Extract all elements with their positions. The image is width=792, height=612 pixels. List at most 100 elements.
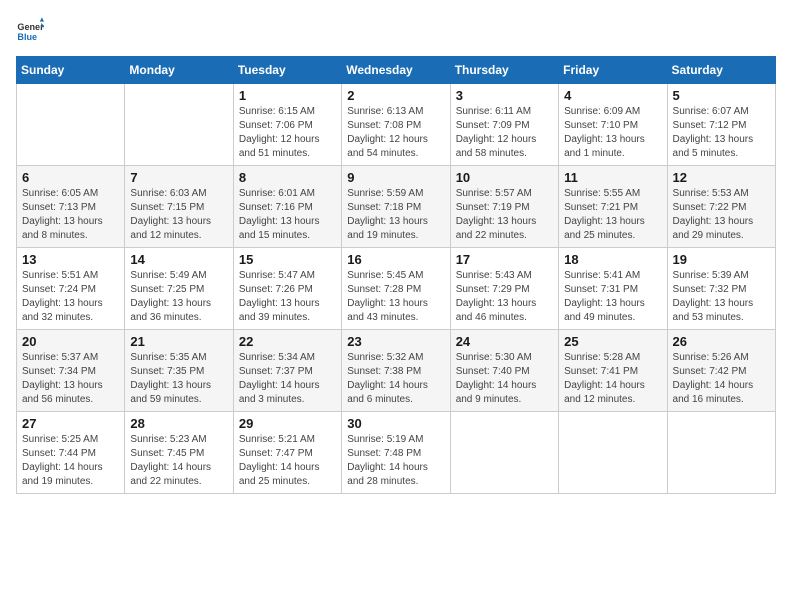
calendar-cell: 30 Sunrise: 5:19 AM Sunset: 7:48 PM Dayli…	[342, 412, 450, 494]
day-number: 6	[22, 170, 119, 185]
day-info: Sunrise: 5:51 AM Sunset: 7:24 PM Dayligh…	[22, 269, 119, 325]
day-header-monday: Monday	[125, 57, 233, 84]
day-number: 23	[347, 334, 444, 349]
calendar-cell: 20 Sunrise: 5:37 AM Sunset: 7:34 PM Dayli…	[17, 330, 125, 412]
day-info: Sunrise: 5:39 AM Sunset: 7:32 PM Dayligh…	[673, 269, 770, 325]
day-number: 8	[239, 170, 336, 185]
day-number: 2	[347, 88, 444, 103]
calendar-cell: 21 Sunrise: 5:35 AM Sunset: 7:35 PM Dayli…	[125, 330, 233, 412]
calendar-cell: 22 Sunrise: 5:34 AM Sunset: 7:37 PM Dayli…	[233, 330, 341, 412]
day-number: 3	[456, 88, 553, 103]
calendar-week-row: 1 Sunrise: 6:15 AM Sunset: 7:06 PM Daylig…	[17, 84, 776, 166]
calendar-week-row: 20 Sunrise: 5:37 AM Sunset: 7:34 PM Dayli…	[17, 330, 776, 412]
calendar-cell: 15 Sunrise: 5:47 AM Sunset: 7:26 PM Dayli…	[233, 248, 341, 330]
day-info: Sunrise: 5:53 AM Sunset: 7:22 PM Dayligh…	[673, 187, 770, 243]
calendar-cell: 26 Sunrise: 5:26 AM Sunset: 7:42 PM Dayli…	[667, 330, 775, 412]
day-header-saturday: Saturday	[667, 57, 775, 84]
day-info: Sunrise: 6:05 AM Sunset: 7:13 PM Dayligh…	[22, 187, 119, 243]
day-info: Sunrise: 6:03 AM Sunset: 7:15 PM Dayligh…	[130, 187, 227, 243]
day-info: Sunrise: 5:25 AM Sunset: 7:44 PM Dayligh…	[22, 433, 119, 489]
day-number: 19	[673, 252, 770, 267]
day-info: Sunrise: 6:07 AM Sunset: 7:12 PM Dayligh…	[673, 105, 770, 161]
day-number: 18	[564, 252, 661, 267]
calendar-cell: 5Sunrise: 6:07 AM Sunset: 7:12 PM Daylig…	[667, 84, 775, 166]
calendar-cell: 11 Sunrise: 5:55 AM Sunset: 7:21 PM Dayli…	[559, 166, 667, 248]
day-number: 26	[673, 334, 770, 349]
calendar-cell: 29 Sunrise: 5:21 AM Sunset: 7:47 PM Dayli…	[233, 412, 341, 494]
day-number: 7	[130, 170, 227, 185]
day-number: 25	[564, 334, 661, 349]
calendar-cell: 25Sunrise: 5:28 AM Sunset: 7:41 PM Dayli…	[559, 330, 667, 412]
day-number: 20	[22, 334, 119, 349]
day-number: 24	[456, 334, 553, 349]
calendar-week-row: 13 Sunrise: 5:51 AM Sunset: 7:24 PM Dayli…	[17, 248, 776, 330]
calendar-cell	[125, 84, 233, 166]
calendar-week-row: 27Sunrise: 5:25 AM Sunset: 7:44 PM Dayli…	[17, 412, 776, 494]
day-info: Sunrise: 5:30 AM Sunset: 7:40 PM Dayligh…	[456, 351, 553, 407]
day-number: 15	[239, 252, 336, 267]
calendar-cell	[559, 412, 667, 494]
calendar-cell: 7 Sunrise: 6:03 AM Sunset: 7:15 PM Daylig…	[125, 166, 233, 248]
calendar-cell	[450, 412, 558, 494]
day-info: Sunrise: 6:01 AM Sunset: 7:16 PM Dayligh…	[239, 187, 336, 243]
day-info: Sunrise: 5:34 AM Sunset: 7:37 PM Dayligh…	[239, 351, 336, 407]
day-info: Sunrise: 5:55 AM Sunset: 7:21 PM Dayligh…	[564, 187, 661, 243]
day-number: 30	[347, 416, 444, 431]
calendar-cell: 14 Sunrise: 5:49 AM Sunset: 7:25 PM Dayli…	[125, 248, 233, 330]
day-info: Sunrise: 5:32 AM Sunset: 7:38 PM Dayligh…	[347, 351, 444, 407]
day-number: 21	[130, 334, 227, 349]
calendar-cell: 23 Sunrise: 5:32 AM Sunset: 7:38 PM Dayli…	[342, 330, 450, 412]
day-info: Sunrise: 6:15 AM Sunset: 7:06 PM Dayligh…	[239, 105, 336, 161]
day-number: 1	[239, 88, 336, 103]
calendar-table: SundayMondayTuesdayWednesdayThursdayFrid…	[16, 56, 776, 494]
day-header-sunday: Sunday	[17, 57, 125, 84]
calendar-cell	[667, 412, 775, 494]
calendar-cell: 27Sunrise: 5:25 AM Sunset: 7:44 PM Dayli…	[17, 412, 125, 494]
day-header-tuesday: Tuesday	[233, 57, 341, 84]
calendar-cell: 2 Sunrise: 6:13 AM Sunset: 7:08 PM Daylig…	[342, 84, 450, 166]
day-info: Sunrise: 5:37 AM Sunset: 7:34 PM Dayligh…	[22, 351, 119, 407]
day-info: Sunrise: 6:13 AM Sunset: 7:08 PM Dayligh…	[347, 105, 444, 161]
calendar-header-row: SundayMondayTuesdayWednesdayThursdayFrid…	[17, 57, 776, 84]
day-info: Sunrise: 6:11 AM Sunset: 7:09 PM Dayligh…	[456, 105, 553, 161]
day-info: Sunrise: 5:21 AM Sunset: 7:47 PM Dayligh…	[239, 433, 336, 489]
calendar-cell: 12 Sunrise: 5:53 AM Sunset: 7:22 PM Dayli…	[667, 166, 775, 248]
calendar-cell: 6 Sunrise: 6:05 AM Sunset: 7:13 PM Daylig…	[17, 166, 125, 248]
day-number: 17	[456, 252, 553, 267]
day-info: Sunrise: 5:19 AM Sunset: 7:48 PM Dayligh…	[347, 433, 444, 489]
day-number: 14	[130, 252, 227, 267]
day-info: Sunrise: 5:43 AM Sunset: 7:29 PM Dayligh…	[456, 269, 553, 325]
calendar-week-row: 6 Sunrise: 6:05 AM Sunset: 7:13 PM Daylig…	[17, 166, 776, 248]
day-info: Sunrise: 5:23 AM Sunset: 7:45 PM Dayligh…	[130, 433, 227, 489]
svg-text:Blue: Blue	[17, 32, 37, 42]
day-number: 11	[564, 170, 661, 185]
day-header-thursday: Thursday	[450, 57, 558, 84]
day-info: Sunrise: 5:57 AM Sunset: 7:19 PM Dayligh…	[456, 187, 553, 243]
day-info: Sunrise: 6:09 AM Sunset: 7:10 PM Dayligh…	[564, 105, 661, 161]
day-header-wednesday: Wednesday	[342, 57, 450, 84]
day-number: 22	[239, 334, 336, 349]
calendar-cell: 19 Sunrise: 5:39 AM Sunset: 7:32 PM Dayli…	[667, 248, 775, 330]
calendar-cell: 10 Sunrise: 5:57 AM Sunset: 7:19 PM Dayli…	[450, 166, 558, 248]
calendar-cell: 24 Sunrise: 5:30 AM Sunset: 7:40 PM Dayli…	[450, 330, 558, 412]
day-info: Sunrise: 5:47 AM Sunset: 7:26 PM Dayligh…	[239, 269, 336, 325]
calendar-cell: 16Sunrise: 5:45 AM Sunset: 7:28 PM Dayli…	[342, 248, 450, 330]
day-info: Sunrise: 5:45 AM Sunset: 7:28 PM Dayligh…	[347, 269, 444, 325]
svg-text:General: General	[17, 22, 44, 32]
day-header-friday: Friday	[559, 57, 667, 84]
page-header: General Blue	[16, 16, 776, 44]
day-number: 29	[239, 416, 336, 431]
day-info: Sunrise: 5:49 AM Sunset: 7:25 PM Dayligh…	[130, 269, 227, 325]
day-number: 13	[22, 252, 119, 267]
day-number: 10	[456, 170, 553, 185]
calendar-cell: 13 Sunrise: 5:51 AM Sunset: 7:24 PM Dayli…	[17, 248, 125, 330]
day-info: Sunrise: 5:35 AM Sunset: 7:35 PM Dayligh…	[130, 351, 227, 407]
day-number: 12	[673, 170, 770, 185]
day-number: 4	[564, 88, 661, 103]
day-number: 28	[130, 416, 227, 431]
day-info: Sunrise: 5:26 AM Sunset: 7:42 PM Dayligh…	[673, 351, 770, 407]
logo-icon: General Blue	[16, 16, 44, 44]
logo: General Blue	[16, 16, 44, 44]
calendar-cell: 9Sunrise: 5:59 AM Sunset: 7:18 PM Daylig…	[342, 166, 450, 248]
day-info: Sunrise: 5:41 AM Sunset: 7:31 PM Dayligh…	[564, 269, 661, 325]
